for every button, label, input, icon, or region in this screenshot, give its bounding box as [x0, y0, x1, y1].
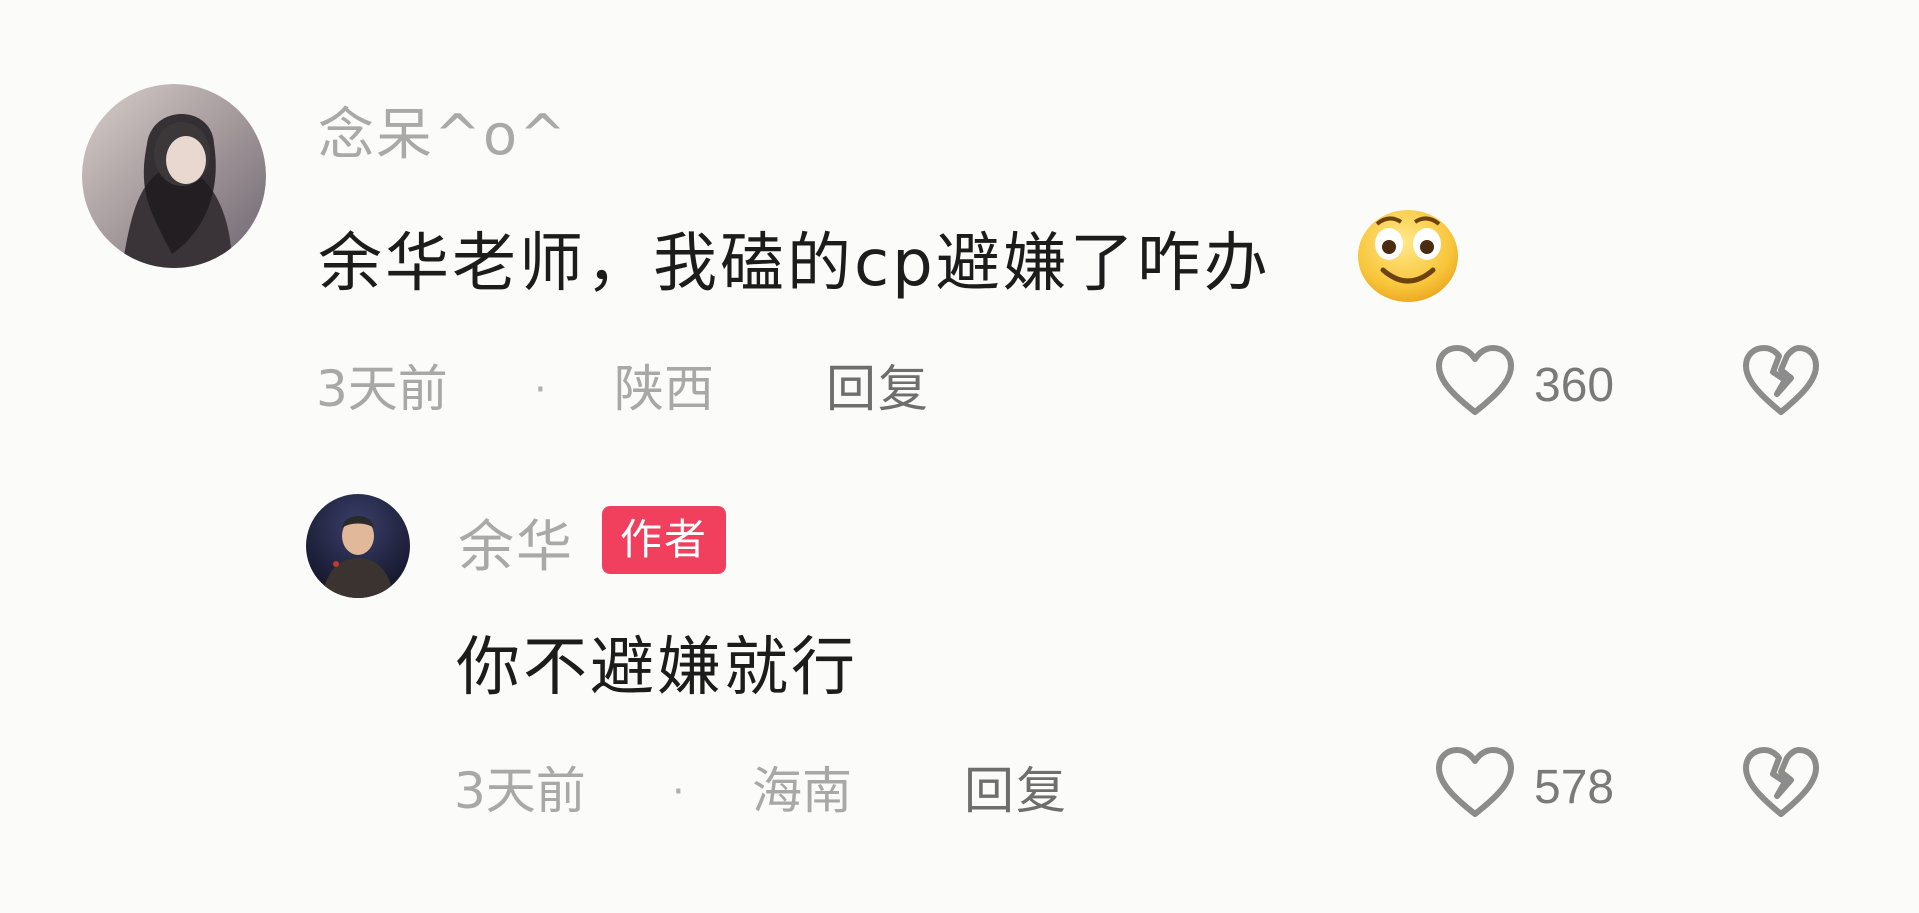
reply-username[interactable]: 余华	[458, 520, 574, 576]
reply-text: 你不避嫌就行	[456, 631, 858, 705]
broken-heart-icon[interactable]	[1742, 344, 1820, 418]
author-badge: 作者	[602, 506, 727, 574]
like-count: 578	[1534, 761, 1615, 814]
author-avatar-image	[306, 494, 410, 598]
user-avatar-image	[82, 84, 266, 268]
reply-time: 3天前	[454, 762, 586, 820]
comment-location: 陕西	[614, 360, 714, 418]
avatar[interactable]	[82, 84, 266, 268]
heart-outline-icon[interactable]	[1434, 746, 1516, 820]
comment-username[interactable]: 念呆^o^	[318, 108, 568, 164]
reply-avatar[interactable]	[306, 494, 410, 598]
reply-location: 海南	[752, 762, 852, 820]
comment-time: 3天前	[316, 360, 448, 418]
comment-text: 余华老师，我磕的cp避嫌了咋办	[318, 227, 1271, 301]
like-count: 360	[1534, 359, 1615, 412]
comment-thread: 念呆^o^ 余华老师，我磕的cp避嫌了咋办 3天前 · 陕西 回复 360 余华…	[0, 0, 1919, 913]
meta-separator: ·	[534, 367, 547, 413]
heart-outline-icon[interactable]	[1434, 344, 1516, 418]
smiling-face-emoji	[1355, 204, 1461, 304]
broken-heart-icon[interactable]	[1742, 746, 1820, 820]
reply-button[interactable]: 回复	[964, 766, 1068, 816]
reply-button[interactable]: 回复	[826, 364, 930, 414]
meta-separator: ·	[672, 769, 685, 815]
